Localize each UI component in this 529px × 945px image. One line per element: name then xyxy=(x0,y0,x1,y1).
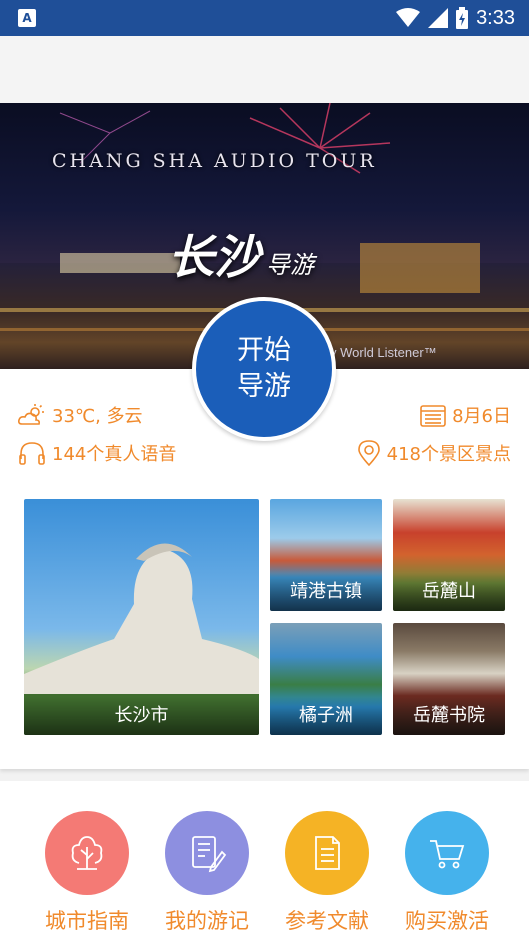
tile-label: 长沙市 xyxy=(24,697,259,735)
notebook-pen-icon xyxy=(192,836,227,873)
tile-juzizhou[interactable]: 橘子洲 xyxy=(270,623,382,735)
tile-label: 橘子洲 xyxy=(270,697,382,735)
banner-credit: y World Listener™ xyxy=(330,345,437,360)
nav-city-guide[interactable]: 城市指南 xyxy=(37,811,137,935)
weather-info: 33℃, 多云 xyxy=(18,402,143,428)
weather-cloud-sun-icon xyxy=(18,404,44,425)
spots-info: 418个景区景点 xyxy=(357,440,511,466)
nav-label: 我的游记 xyxy=(165,909,249,933)
date-info: 8月6日 xyxy=(420,402,511,428)
status-icons: 3:33 xyxy=(396,5,515,31)
tile-changsha[interactable]: 长沙市 xyxy=(24,499,259,735)
tile-yuelushan[interactable]: 岳麓山 xyxy=(393,499,505,611)
nav-label: 参考文献 xyxy=(285,909,369,933)
status-bar: A 3:33 xyxy=(0,0,529,36)
banner-title-cn-sub: 导游 xyxy=(266,251,314,279)
cart-icon xyxy=(430,840,465,869)
spots-text: 418个景区景点 xyxy=(386,444,511,465)
date-text: 8月6日 xyxy=(452,406,511,427)
tree-icon xyxy=(71,836,103,870)
nav-my-journal[interactable]: 我的游记 xyxy=(157,811,257,935)
document-icon xyxy=(315,836,340,870)
signal-icon xyxy=(428,8,449,28)
nav-circle xyxy=(285,811,369,895)
start-tour-line2: 导游 xyxy=(237,371,291,402)
tile-yuelu-academy[interactable]: 岳麓书院 xyxy=(393,623,505,735)
nav-buy-activate[interactable]: 购买激活 xyxy=(397,811,497,935)
clock: 3:33 xyxy=(476,6,515,29)
banner-title-cn-main: 长沙 xyxy=(168,230,260,284)
nav-circle xyxy=(165,811,249,895)
wifi-icon xyxy=(396,8,421,27)
banner-title-en: CHANG SHA AUDIO TOUR xyxy=(52,150,377,172)
battery-icon xyxy=(456,7,469,29)
nav-references[interactable]: 参考文献 xyxy=(277,811,377,935)
location-pin-icon xyxy=(357,440,380,466)
banner-title-cn: 长沙 导游 xyxy=(168,221,314,287)
voice-text: 144个真人语音 xyxy=(52,444,177,465)
start-tour-line1: 开始 xyxy=(237,335,291,366)
calendar-icon xyxy=(420,405,446,427)
tile-label: 岳麓山 xyxy=(393,573,505,611)
voice-info: 144个真人语音 xyxy=(18,440,176,466)
weather-text: 33℃, 多云 xyxy=(52,406,143,427)
start-tour-button[interactable]: 开始 导游 xyxy=(192,297,336,441)
nav-label: 购买激活 xyxy=(405,909,489,933)
nav-circle xyxy=(405,811,489,895)
bottom-nav: 城市指南 我的游记 参考文献 购买激活 xyxy=(0,781,529,945)
tile-jinggang[interactable]: 靖港古镇 xyxy=(270,499,382,611)
tile-label: 岳麓书院 xyxy=(393,697,505,735)
nav-circle xyxy=(45,811,129,895)
nav-label: 城市指南 xyxy=(45,909,129,933)
notification-icon: A xyxy=(18,9,36,27)
tile-label: 靖港古镇 xyxy=(270,573,382,611)
headphones-icon xyxy=(19,442,45,465)
app-bar xyxy=(0,36,529,103)
